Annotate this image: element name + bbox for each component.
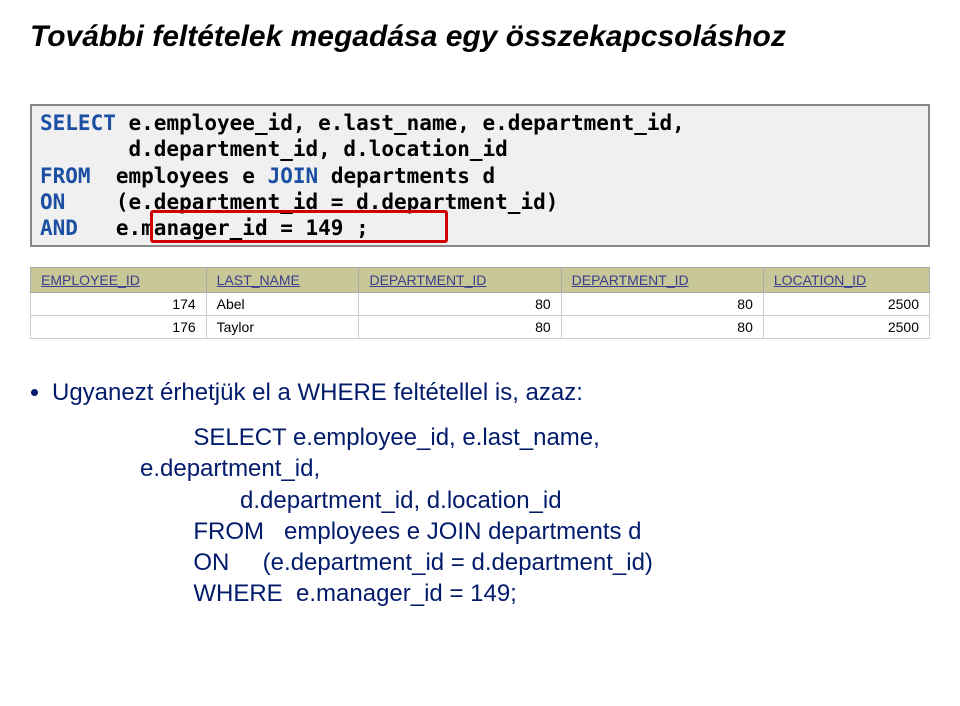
col-location-id: LOCATION_ID (763, 268, 929, 293)
code-text: d.department_id, d.location_id (40, 137, 508, 161)
sql-code-block-1: SELECT e.employee_id, e.last_name, e.dep… (30, 104, 930, 247)
code-line: FROM employees e JOIN departments d (140, 518, 642, 545)
cell: 80 (561, 293, 763, 316)
code-text: employees e (91, 164, 268, 188)
code-text: e.employee_id, e.last_name, e.department… (129, 111, 685, 135)
kw-on: ON (40, 190, 65, 214)
bullet-item: Ugyanezt érhetjük el a WHERE feltétellel… (52, 379, 930, 407)
code-text: departments d (318, 164, 495, 188)
cell: 174 (31, 293, 207, 316)
kw-from: FROM (40, 164, 91, 188)
col-last-name: LAST_NAME (206, 268, 359, 293)
kw-and: AND (40, 216, 78, 240)
col-department-id-1: DEPARTMENT_ID (359, 268, 561, 293)
page-title: További feltételek megadása egy összekap… (30, 20, 930, 54)
highlight-box (150, 210, 448, 243)
cell: Taylor (206, 316, 359, 339)
cell: 80 (359, 293, 561, 316)
table-header-row: EMPLOYEE_ID LAST_NAME DEPARTMENT_ID DEPA… (31, 268, 930, 293)
code-line: d.department_id, d.location_id (140, 487, 562, 514)
code-text (116, 111, 129, 135)
cell: 176 (31, 316, 207, 339)
table-row: 174 Abel 80 80 2500 (31, 293, 930, 316)
code-line: ON (e.department_id = d.department_id) (140, 549, 653, 576)
cell: 2500 (763, 293, 929, 316)
code-line: SELECT e.employee_id, e.last_name, (140, 424, 600, 451)
cell: Abel (206, 293, 359, 316)
table-row: 176 Taylor 80 80 2500 (31, 316, 930, 339)
col-department-id-2: DEPARTMENT_ID (561, 268, 763, 293)
kw-select: SELECT (40, 111, 116, 135)
cell: 80 (561, 316, 763, 339)
result-table: EMPLOYEE_ID LAST_NAME DEPARTMENT_ID DEPA… (30, 267, 930, 339)
cell: 80 (359, 316, 561, 339)
col-employee-id: EMPLOYEE_ID (31, 268, 207, 293)
kw-join: JOIN (268, 164, 319, 188)
sql-code-block-2: SELECT e.employee_id, e.last_name, e.dep… (140, 422, 930, 609)
code-line: WHERE e.manager_id = 149; (140, 580, 517, 607)
code-line: e.department_id, (140, 455, 320, 482)
bullet-list: Ugyanezt érhetjük el a WHERE feltétellel… (30, 379, 930, 407)
cell: 2500 (763, 316, 929, 339)
